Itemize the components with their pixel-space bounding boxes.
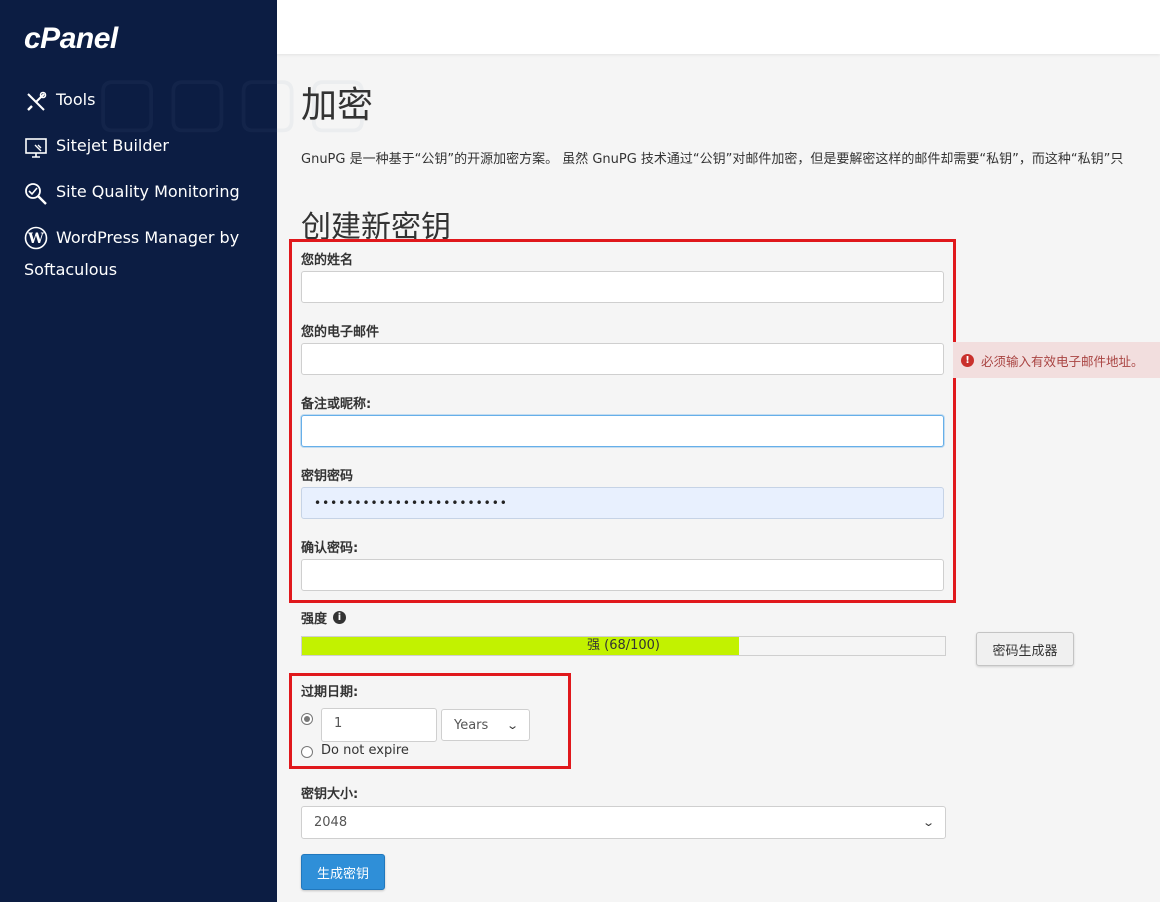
email-error-tooltip: ! 必须输入有效电子邮件地址。 [953,342,1160,378]
expire-number-input[interactable]: 1 [321,708,437,742]
chevron-down-icon: ⌄ [921,816,935,829]
cpanel-logo[interactable]: cPanel [24,22,118,56]
keysize-select[interactable]: 2048 ⌄ [301,806,946,839]
strength-label: 强度 [301,612,328,627]
sidebar-item-site-quality[interactable]: Site Quality Monitoring [24,182,240,206]
expire-radio[interactable] [301,713,313,725]
expire-unit-value: Years [454,717,489,733]
name-label: 您的姓名 [301,253,354,268]
strength-meter: 强 (68/100) [301,636,946,656]
expire-unit-select[interactable]: Years ⌄ [441,709,530,741]
sidebar-item-sitejet[interactable]: Sitejet Builder [24,136,169,160]
expire-label: 过期日期: [301,685,359,700]
sidebar-item-label: Tools [56,90,96,109]
wordpress-icon: W [24,226,48,250]
info-icon[interactable]: i [333,611,347,624]
password-input[interactable]: •••••••••••••••••••••••• [301,487,944,519]
strength-label-row: 强度 i [301,608,347,627]
sidebar-item-label: Site Quality Monitoring [56,182,240,201]
no-expire-label: Do not expire [321,743,409,758]
page-title: 加密 [301,85,374,126]
email-error-text: 必须输入有效电子邮件地址。 [981,353,1144,369]
keysize-label: 密钥大小: [301,787,359,802]
sitejet-icon [25,138,47,158]
keysize-value: 2048 [314,815,348,830]
email-input[interactable] [301,343,944,375]
generate-key-button[interactable]: 生成密钥 [301,854,385,890]
name-input[interactable] [301,271,944,303]
comment-input[interactable] [301,415,944,447]
top-bar [277,0,1160,54]
email-label: 您的电子邮件 [301,325,380,340]
confirm-password-label: 确认密码: [301,541,359,556]
sidebar-item-label: WordPress Manager by [56,228,240,247]
sidebar-item-label: Sitejet Builder [56,136,169,155]
sidebar-item-label-line2: Softaculous [24,260,118,279]
sidebar-item-wordpress[interactable]: W WordPress Manager by Softaculous [24,222,264,286]
no-expire-radio[interactable] [301,746,313,758]
page-intro: GnuPG 是一种基于“公钥”的开源加密方案。 虽然 GnuPG 技术通过“公钥… [301,152,1124,167]
password-generator-button[interactable]: 密码生成器 [976,632,1074,666]
confirm-password-input[interactable] [301,559,944,591]
strength-meter-text: 强 (68/100) [586,638,660,653]
tools-icon [27,91,47,111]
site-quality-icon [25,183,47,205]
comment-label: 备注或昵称: [301,397,372,412]
svg-text:W: W [27,231,44,247]
sidebar: cPanel Tools Sitejet Builder Site Qualit… [0,0,277,902]
password-label: 密钥密码 [301,469,354,484]
error-icon: ! [961,353,974,367]
sidebar-item-tools[interactable]: Tools [24,90,95,114]
chevron-down-icon: ⌄ [505,718,519,732]
